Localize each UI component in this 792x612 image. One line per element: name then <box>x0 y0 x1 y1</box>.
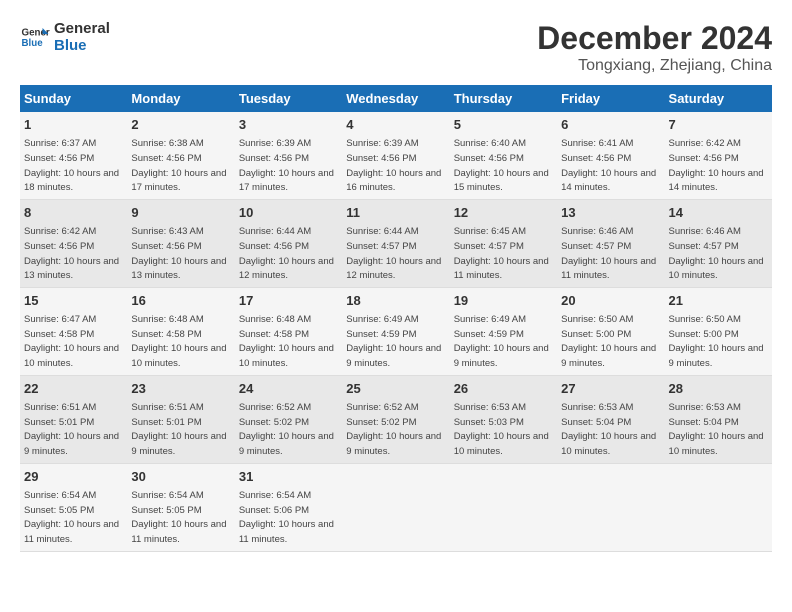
calendar-row-5: 29Sunrise: 6:54 AMSunset: 5:05 PMDayligh… <box>20 463 772 551</box>
table-row: 23Sunrise: 6:51 AMSunset: 5:01 PMDayligh… <box>127 375 234 463</box>
table-row: 8Sunrise: 6:42 AMSunset: 4:56 PMDaylight… <box>20 199 127 287</box>
col-thursday: Thursday <box>450 85 557 112</box>
table-row: 1Sunrise: 6:37 AMSunset: 4:56 PMDaylight… <box>20 112 127 199</box>
table-row: 5Sunrise: 6:40 AMSunset: 4:56 PMDaylight… <box>450 112 557 199</box>
col-tuesday: Tuesday <box>235 85 342 112</box>
col-sunday: Sunday <box>20 85 127 112</box>
table-row: 2Sunrise: 6:38 AMSunset: 4:56 PMDaylight… <box>127 112 234 199</box>
table-row: 20Sunrise: 6:50 AMSunset: 5:00 PMDayligh… <box>557 287 664 375</box>
table-row: 16Sunrise: 6:48 AMSunset: 4:58 PMDayligh… <box>127 287 234 375</box>
table-row: 14Sunrise: 6:46 AMSunset: 4:57 PMDayligh… <box>665 199 772 287</box>
logo-general: General <box>54 20 110 37</box>
table-row: 29Sunrise: 6:54 AMSunset: 5:05 PMDayligh… <box>20 463 127 551</box>
col-wednesday: Wednesday <box>342 85 449 112</box>
table-row: 12Sunrise: 6:45 AMSunset: 4:57 PMDayligh… <box>450 199 557 287</box>
table-row: 19Sunrise: 6:49 AMSunset: 4:59 PMDayligh… <box>450 287 557 375</box>
month-title: December 2024 <box>537 20 772 57</box>
calendar-table: Sunday Monday Tuesday Wednesday Thursday… <box>20 85 772 552</box>
subtitle: Tongxiang, Zhejiang, China <box>537 57 772 75</box>
logo-icon: General Blue <box>20 22 50 52</box>
header-row: Sunday Monday Tuesday Wednesday Thursday… <box>20 85 772 112</box>
table-row <box>557 463 664 551</box>
table-row <box>342 463 449 551</box>
table-row: 24Sunrise: 6:52 AMSunset: 5:02 PMDayligh… <box>235 375 342 463</box>
header: General Blue General Blue December 2024 … <box>20 20 772 75</box>
table-row: 10Sunrise: 6:44 AMSunset: 4:56 PMDayligh… <box>235 199 342 287</box>
logo: General Blue General Blue <box>20 20 110 54</box>
logo-blue: Blue <box>54 37 110 54</box>
table-row <box>665 463 772 551</box>
table-row: 21Sunrise: 6:50 AMSunset: 5:00 PMDayligh… <box>665 287 772 375</box>
col-monday: Monday <box>127 85 234 112</box>
table-row: 4Sunrise: 6:39 AMSunset: 4:56 PMDaylight… <box>342 112 449 199</box>
table-row: 28Sunrise: 6:53 AMSunset: 5:04 PMDayligh… <box>665 375 772 463</box>
col-saturday: Saturday <box>665 85 772 112</box>
table-row: 15Sunrise: 6:47 AMSunset: 4:58 PMDayligh… <box>20 287 127 375</box>
table-row: 25Sunrise: 6:52 AMSunset: 5:02 PMDayligh… <box>342 375 449 463</box>
table-row: 26Sunrise: 6:53 AMSunset: 5:03 PMDayligh… <box>450 375 557 463</box>
table-row: 11Sunrise: 6:44 AMSunset: 4:57 PMDayligh… <box>342 199 449 287</box>
calendar-row-4: 22Sunrise: 6:51 AMSunset: 5:01 PMDayligh… <box>20 375 772 463</box>
table-row: 27Sunrise: 6:53 AMSunset: 5:04 PMDayligh… <box>557 375 664 463</box>
table-row: 3Sunrise: 6:39 AMSunset: 4:56 PMDaylight… <box>235 112 342 199</box>
table-row: 13Sunrise: 6:46 AMSunset: 4:57 PMDayligh… <box>557 199 664 287</box>
calendar-row-2: 8Sunrise: 6:42 AMSunset: 4:56 PMDaylight… <box>20 199 772 287</box>
calendar-row-1: 1Sunrise: 6:37 AMSunset: 4:56 PMDaylight… <box>20 112 772 199</box>
table-row: 31Sunrise: 6:54 AMSunset: 5:06 PMDayligh… <box>235 463 342 551</box>
table-row <box>450 463 557 551</box>
table-row: 22Sunrise: 6:51 AMSunset: 5:01 PMDayligh… <box>20 375 127 463</box>
calendar-row-3: 15Sunrise: 6:47 AMSunset: 4:58 PMDayligh… <box>20 287 772 375</box>
svg-text:Blue: Blue <box>22 38 44 49</box>
table-row: 30Sunrise: 6:54 AMSunset: 5:05 PMDayligh… <box>127 463 234 551</box>
table-row: 6Sunrise: 6:41 AMSunset: 4:56 PMDaylight… <box>557 112 664 199</box>
table-row: 9Sunrise: 6:43 AMSunset: 4:56 PMDaylight… <box>127 199 234 287</box>
table-row: 7Sunrise: 6:42 AMSunset: 4:56 PMDaylight… <box>665 112 772 199</box>
table-row: 17Sunrise: 6:48 AMSunset: 4:58 PMDayligh… <box>235 287 342 375</box>
title-area: December 2024 Tongxiang, Zhejiang, China <box>537 20 772 75</box>
table-row: 18Sunrise: 6:49 AMSunset: 4:59 PMDayligh… <box>342 287 449 375</box>
col-friday: Friday <box>557 85 664 112</box>
